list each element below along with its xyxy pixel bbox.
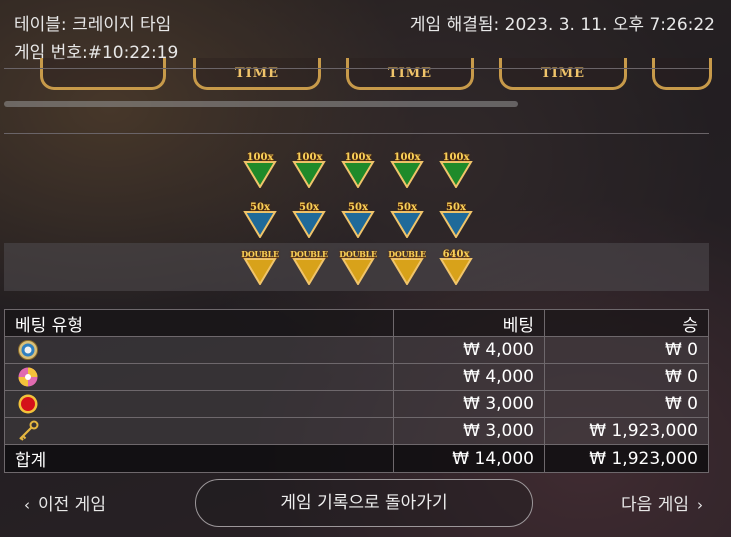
resolved-label: 게임 해결됨: xyxy=(409,15,500,35)
bet-amount: ₩ 3,000 xyxy=(393,390,545,418)
bet-type-cell xyxy=(4,363,394,391)
flap-label: 50x xyxy=(299,202,319,213)
flap-label: 50x xyxy=(446,202,466,213)
bet-amount: ₩ 4,000 xyxy=(393,336,545,364)
total-win: ₩ 1,923,000 xyxy=(544,444,709,473)
time-tile: TIME xyxy=(499,58,627,90)
flap-label: 640x xyxy=(442,249,470,260)
pachinko-icon xyxy=(18,367,38,387)
total-label: 합계 xyxy=(4,444,394,473)
win-amount: ₩ 1,923,000 xyxy=(544,417,709,445)
table-row: ₩ 4,000 ₩ 0 xyxy=(4,336,709,364)
win-amount: ₩ 0 xyxy=(544,363,709,391)
flap-label: 100x xyxy=(295,152,323,163)
flap-label: 100x xyxy=(344,152,372,163)
back-to-history-button[interactable]: 게임 기록으로 돌아가기 xyxy=(195,479,533,527)
win-amount: ₩ 0 xyxy=(544,336,709,364)
flap-label: 50x xyxy=(397,202,417,213)
slot-flap: 50x xyxy=(385,202,429,238)
bet-amount: ₩ 4,000 xyxy=(393,363,545,391)
slot-flap: 640x xyxy=(434,249,478,285)
chevron-right-icon: › xyxy=(697,496,703,514)
time-tile xyxy=(652,58,712,90)
coin-flip-icon xyxy=(18,340,38,360)
slot-flap: 100x xyxy=(336,152,380,188)
slot-flap: 50x xyxy=(238,202,282,238)
flap-label: 50x xyxy=(348,202,368,213)
total-row: 합계 ₩ 14,000 ₩ 1,923,000 xyxy=(4,444,709,473)
previous-game-label: 이전 게임 xyxy=(38,495,106,515)
crazy-time-key-icon xyxy=(19,420,39,441)
flap-label: 100x xyxy=(442,152,470,163)
flap-label: 50x xyxy=(250,202,270,213)
bet-type-cell xyxy=(4,390,394,418)
bets-table-header: 베팅 유형 베팅 승 xyxy=(4,309,709,337)
slot-flap: 50x xyxy=(336,202,380,238)
resolved-time: 2023. 3. 11. 오후 7:26:22 xyxy=(504,15,715,35)
total-bet: ₩ 14,000 xyxy=(393,444,545,473)
table-name: 크레이지 타임 xyxy=(72,15,172,35)
slot-flap: DOUBLE xyxy=(336,249,380,285)
flap-label: DOUBLE xyxy=(290,249,328,259)
flap-label: 100x xyxy=(393,152,421,163)
table-info: 테이블: 크레이지 타임 xyxy=(14,10,171,35)
time-tile xyxy=(40,58,166,90)
resolved-time-info: 게임 해결됨: 2023. 3. 11. 오후 7:26:22 xyxy=(410,10,715,35)
slot-flap: 100x xyxy=(287,152,331,188)
table-row: ₩ 3,000 ₩ 0 xyxy=(4,390,709,418)
chevron-left-icon: ‹ xyxy=(24,496,30,514)
next-game-label: 다음 게임 xyxy=(621,495,689,515)
table-label: 테이블: xyxy=(14,15,67,35)
horizontal-scrollbar[interactable] xyxy=(4,101,518,107)
bets-table: 베팅 유형 베팅 승 ₩ 4,000 ₩ 0 ₩ 4,000 ₩ 0 ₩ 3,0… xyxy=(4,309,709,473)
win-header: 승 xyxy=(544,309,709,337)
cash-hunt-icon xyxy=(18,394,38,414)
slot-flap: 100x xyxy=(385,152,429,188)
slot-flap: DOUBLE xyxy=(385,249,429,285)
time-tiles-strip: TIME TIME TIME xyxy=(0,58,731,102)
bet-type-header: 베팅 유형 xyxy=(4,309,394,337)
board-divider xyxy=(4,133,709,134)
header-divider xyxy=(4,68,709,69)
time-tile: TIME xyxy=(346,58,474,90)
flap-label: DOUBLE xyxy=(241,249,279,259)
flap-label: DOUBLE xyxy=(339,249,377,259)
previous-game-link[interactable]: ‹ 이전 게임 xyxy=(16,490,106,515)
bet-header: 베팅 xyxy=(393,309,545,337)
win-amount: ₩ 0 xyxy=(544,390,709,418)
bet-type-cell xyxy=(4,336,394,364)
flap-label: DOUBLE xyxy=(388,249,426,259)
bet-type-cell xyxy=(4,417,394,445)
time-tile: TIME xyxy=(193,58,321,90)
slot-flap: DOUBLE xyxy=(287,249,331,285)
next-game-link[interactable]: 다음 게임 › xyxy=(621,490,711,515)
bet-amount: ₩ 3,000 xyxy=(393,417,545,445)
table-row: ₩ 3,000 ₩ 1,923,000 xyxy=(4,417,709,445)
slot-flap: 100x xyxy=(434,152,478,188)
slot-flap: 100x xyxy=(238,152,282,188)
slot-flap: 50x xyxy=(434,202,478,238)
flap-label: 100x xyxy=(246,152,274,163)
table-row: ₩ 4,000 ₩ 0 xyxy=(4,363,709,391)
slot-flap: 50x xyxy=(287,202,331,238)
slot-flap: DOUBLE xyxy=(238,249,282,285)
